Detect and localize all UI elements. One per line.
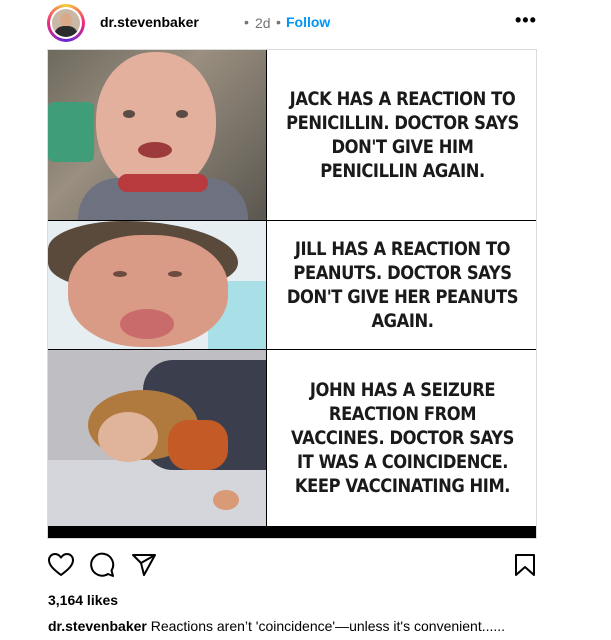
comment-icon[interactable] xyxy=(89,552,115,578)
post-header: dr.stevenbaker • 2d • Follow ••• xyxy=(47,4,537,42)
caption: dr.stevenbaker Reactions aren’t 'coincid… xyxy=(48,618,505,634)
panel-text: JOHN HAS A SEIZURE REACTION FROM VACCINE… xyxy=(291,379,514,497)
caption-text: Reactions aren’t 'coincidence'—unless it… xyxy=(150,618,506,634)
caption-username[interactable]: dr.stevenbaker xyxy=(48,618,147,634)
separator-dot: • xyxy=(276,14,281,30)
more-options-button[interactable]: ••• xyxy=(515,10,537,31)
share-icon[interactable] xyxy=(131,553,157,577)
username-link[interactable]: dr.stevenbaker xyxy=(100,14,199,30)
bookmark-icon[interactable] xyxy=(514,553,536,577)
panel-text: JACK HAS A REACTION TO PENICILLIN. DOCTO… xyxy=(286,88,519,182)
heart-icon[interactable] xyxy=(48,553,74,577)
separator-dot: • xyxy=(244,14,249,30)
panel-text-2: JILL HAS A REACTION TO PEANUTS. DOCTOR S… xyxy=(267,221,536,349)
panel-photo-jack xyxy=(48,50,266,220)
post-time[interactable]: 2d xyxy=(255,15,271,31)
follow-button[interactable]: Follow xyxy=(286,14,330,30)
panel-text: JILL HAS A REACTION TO PEANUTS. DOCTOR S… xyxy=(286,238,519,332)
avatar[interactable] xyxy=(47,4,85,42)
likes-count[interactable]: 3,164 likes xyxy=(48,592,118,608)
panel-text-1: JACK HAS A REACTION TO PENICILLIN. DOCTO… xyxy=(267,50,536,220)
post-image[interactable]: JACK HAS A REACTION TO PENICILLIN. DOCTO… xyxy=(47,49,537,539)
image-bottom-bar xyxy=(48,526,536,538)
panel-photo-jill xyxy=(48,221,266,349)
panel-text-3: JOHN HAS A SEIZURE REACTION FROM VACCINE… xyxy=(267,350,536,526)
panel-photo-john xyxy=(48,350,266,526)
